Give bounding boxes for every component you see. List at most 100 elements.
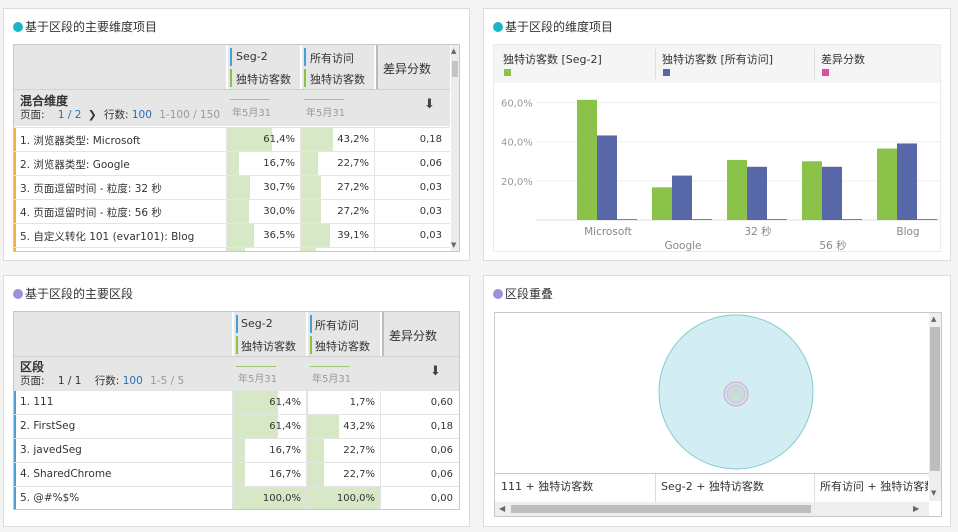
table-row[interactable]: 3. 页面逗留时间 - 粒度: 32 秒 30,7% 27,2% 0,03 [14, 175, 450, 199]
rows-selector[interactable]: 100 [123, 375, 143, 387]
row-label[interactable]: 2. 浏览器类型: Google [20, 157, 130, 172]
column-segment-label[interactable]: Seg-2 [236, 50, 268, 63]
diff-column-header[interactable]: 差异分数 [383, 60, 431, 77]
table-row[interactable]: 4. 页面逗留时间 - 粒度: 56 秒 30,0% 27,2% 0,03 [14, 199, 450, 223]
table-row[interactable]: 1. 浏览器类型: Microsoft 61,4% 43,2% 0,18 [14, 127, 450, 151]
horizontal-scrollbar[interactable]: ◀ ▶ [495, 502, 929, 516]
metric-value: 27,2% [337, 182, 369, 193]
table-row[interactable]: 1. 111 61,4% 1,7% 0,60 [14, 390, 459, 414]
percent-bar [227, 152, 239, 175]
chart-bar[interactable] [842, 219, 862, 220]
page-selector[interactable]: 1 / 2 [58, 109, 82, 121]
metric-cell: 39,1% [300, 224, 374, 247]
pagination: 页面: 1 / 2 ❯ 行数: 100 1-100 / 150 [20, 109, 221, 121]
column-segment-label[interactable]: 所有访问 [310, 50, 354, 66]
table-row[interactable]: 5. 自定义转化 101 (evar101): Blog 36,5% 39,1% 0,… [14, 223, 450, 247]
legend-item[interactable]: 独特访客数 [所有访问] [662, 51, 773, 67]
scrollbar-thumb[interactable] [511, 505, 811, 513]
chart-bar[interactable] [822, 166, 842, 220]
scroll-up-icon[interactable]: ▲ [931, 315, 936, 323]
percent-bar [307, 415, 339, 438]
table-row[interactable]: 4. SharedChrome 16,7% 22,7% 0,06 [14, 462, 459, 486]
venn-circle-111[interactable] [726, 384, 746, 404]
row-label[interactable]: 4. 页面逗留时间 - 粒度: 56 秒 [20, 205, 162, 220]
diff-value: 0,03 [419, 230, 442, 241]
percent-bar [307, 439, 324, 462]
chart-bar[interactable] [692, 219, 712, 220]
percent-bar [233, 463, 245, 486]
chart-bar[interactable] [652, 187, 672, 220]
venn-legend-item[interactable]: 所有访问 + 独特访客数 [820, 478, 928, 494]
date-label: 年5月31 [306, 108, 346, 119]
next-page-icon[interactable]: ❯ [88, 109, 97, 121]
scroll-up-icon[interactable]: ▲ [451, 47, 456, 55]
x-tick-label: Blog [896, 226, 919, 238]
column-metric-label[interactable]: 独特访客数 [236, 71, 291, 87]
percent-bar [301, 224, 330, 247]
table-row[interactable]: 2. FirstSeg 61,4% 43,2% 0,18 [14, 414, 459, 438]
chart-bar[interactable] [672, 175, 692, 220]
page-selector[interactable]: 1 / 1 [58, 375, 82, 387]
diff-cell: 0,00 [380, 487, 459, 509]
percent-bar [227, 224, 254, 247]
scrollbar-thumb[interactable] [930, 327, 940, 471]
column-segment-label[interactable]: Seg-2 [241, 317, 273, 330]
legend-item[interactable]: 独特访客数 [Seg-2] [503, 51, 602, 67]
row-label[interactable]: 4. SharedChrome [20, 468, 112, 480]
diff-value: 0,06 [430, 445, 453, 456]
row-label[interactable]: 2. FirstSeg [20, 420, 75, 432]
date-label: 年5月31 [312, 374, 352, 385]
vertical-scrollbar[interactable]: ▲ ▼ [929, 313, 941, 501]
chart-bar[interactable] [577, 99, 597, 220]
row-label[interactable]: 5. @#%$% [20, 492, 79, 504]
vertical-scrollbar[interactable]: ▲ ▼ [451, 45, 459, 251]
metric-cell: 16,7% [232, 439, 306, 462]
scroll-down-icon[interactable]: ▼ [931, 489, 936, 497]
metric-cell: 22,7% [300, 152, 374, 175]
row-label[interactable]: 1. 111 [20, 396, 53, 408]
scroll-left-icon[interactable]: ◀ [499, 504, 505, 513]
y-tick-label: 60,0% [501, 99, 533, 110]
venn-legend-item[interactable]: Seg-2 + 独特访客数 [661, 478, 764, 494]
row-label[interactable]: 3. 页面逗留时间 - 粒度: 32 秒 [20, 181, 162, 196]
scrollbar-thumb[interactable] [452, 61, 458, 77]
column-metric-label[interactable]: 独特访客数 [310, 71, 365, 87]
column-segment-label[interactable]: 所有访问 [315, 317, 359, 333]
venn-circles [658, 314, 814, 470]
row-label[interactable]: 3. javedSeg [20, 444, 82, 456]
diff-cell: 0,06 [380, 439, 459, 462]
chart-bar[interactable] [897, 143, 917, 220]
chart-bar[interactable] [877, 148, 897, 220]
table-row[interactable]: 5. @#%$% 100,0% 100,0% 0,00 [14, 486, 459, 509]
chart-bar[interactable] [767, 219, 787, 220]
chart-bar[interactable] [727, 159, 747, 220]
metric-value: 30,0% [263, 206, 295, 217]
venn-legend-item[interactable]: 111 + 独特访客数 [501, 478, 593, 494]
column-metric-label[interactable]: 独特访客数 [241, 338, 296, 354]
download-icon[interactable]: ⬇ [430, 364, 441, 379]
diff-value: 0,60 [430, 397, 453, 408]
download-icon[interactable]: ⬇ [424, 97, 435, 112]
metric-value: 39,1% [337, 230, 369, 241]
row-label[interactable]: 1. 浏览器类型: Microsoft [20, 133, 141, 148]
scroll-down-icon[interactable]: ▼ [451, 241, 456, 249]
table-row[interactable]: 2. 浏览器类型: Google 16,7% 22,7% 0,06 [14, 151, 450, 175]
chart-bar[interactable] [802, 161, 822, 220]
table-row[interactable]: 6. 国家/地区: United States24,5%20,1%0,03 [14, 247, 450, 251]
diff-cell: 0,03 [374, 176, 450, 199]
legend-item[interactable]: 差异分数 [821, 51, 865, 67]
chart-bar[interactable] [617, 219, 637, 220]
row-label[interactable]: 5. 自定义转化 101 (evar101): Blog [20, 229, 194, 244]
percent-bar [233, 439, 245, 462]
chart-bar[interactable] [597, 135, 617, 220]
rows-selector[interactable]: 100 [132, 109, 152, 121]
chart-bar[interactable] [747, 166, 767, 220]
table-row[interactable]: 3. javedSeg 16,7% 22,7% 0,06 [14, 438, 459, 462]
metric-value: 16,7% [263, 158, 295, 169]
scroll-right-icon[interactable]: ▶ [913, 504, 919, 513]
panel-dot-icon [13, 288, 23, 299]
metric-value: 100,0% [262, 493, 301, 504]
chart-bar[interactable] [917, 219, 937, 220]
diff-column-header[interactable]: 差异分数 [389, 327, 437, 344]
column-metric-label[interactable]: 独特访客数 [315, 338, 370, 354]
